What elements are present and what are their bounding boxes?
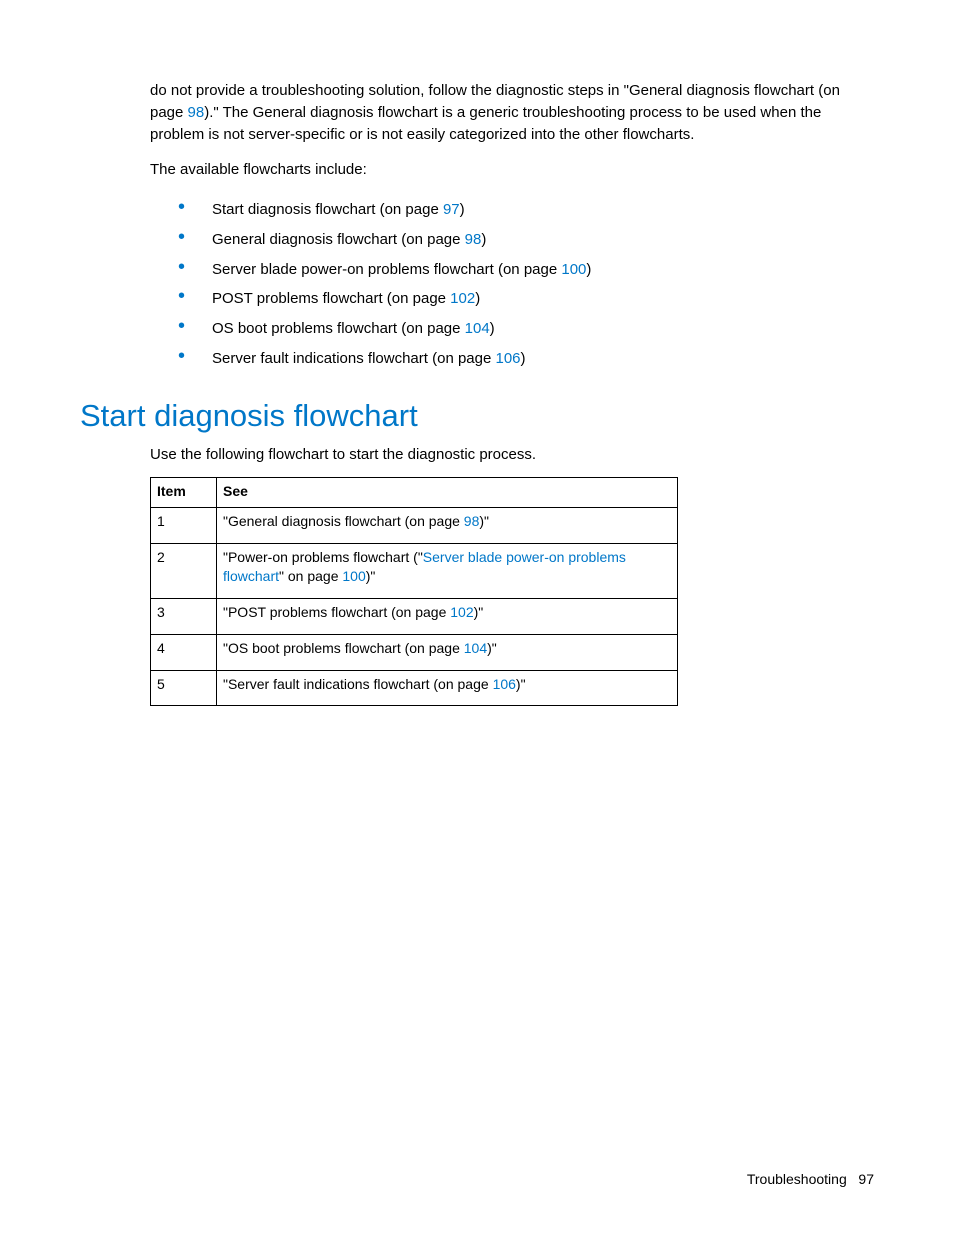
list-text-post: ) [481,231,486,248]
table-header-row: Item See [151,478,678,508]
list-item: Server fault indications flowchart (on p… [150,344,874,374]
list-text-post: ) [521,350,526,367]
list-text-post: ) [460,201,465,218]
cell-text-post: )" [479,513,489,529]
page-footer: Troubleshooting 97 [747,1171,874,1187]
list-text: OS boot problems flowchart (on page [212,320,465,337]
table-row: 2 "Power-on problems flowchart ("Server … [151,544,678,599]
list-item: Start diagnosis flowchart (on page 97) [150,195,874,225]
page-link[interactable]: 100 [561,261,586,278]
page-link[interactable]: 106 [493,676,516,692]
table-cell-see: "POST problems flowchart (on page 102)" [217,598,678,634]
table-cell-see: "Server fault indications flowchart (on … [217,670,678,706]
list-item: General diagnosis flowchart (on page 98) [150,225,874,255]
cell-text: "Server fault indications flowchart (on … [223,676,493,692]
table-cell-item: 3 [151,598,217,634]
page-link[interactable]: 106 [495,350,520,367]
page-content: do not provide a troubleshooting solutio… [0,0,954,706]
section-heading: Start diagnosis flowchart [80,398,874,434]
reference-table: Item See 1 "General diagnosis flowchart … [150,477,678,706]
flowchart-list: Start diagnosis flowchart (on page 97) G… [150,195,874,374]
footer-page-number: 97 [858,1171,874,1187]
list-text: Start diagnosis flowchart (on page [212,201,443,218]
table-cell-item: 4 [151,634,217,670]
table-header-item: Item [151,478,217,508]
list-item: POST problems flowchart (on page 102) [150,284,874,314]
table-row: 5 "Server fault indications flowchart (o… [151,670,678,706]
page-link[interactable]: 104 [464,640,487,656]
list-item: OS boot problems flowchart (on page 104) [150,314,874,344]
table-header-see: See [217,478,678,508]
cell-text: "OS boot problems flowchart (on page [223,640,464,656]
table-row: 3 "POST problems flowchart (on page 102)… [151,598,678,634]
intro-paragraph-2: The available flowcharts include: [150,159,874,181]
list-text-post: ) [475,290,480,307]
table-cell-see: "General diagnosis flowchart (on page 98… [217,508,678,544]
page-link[interactable]: 97 [443,201,460,218]
list-text: Server blade power-on problems flowchart… [212,261,561,278]
list-text: Server fault indications flowchart (on p… [212,350,495,367]
cell-text: "Power-on problems flowchart (" [223,549,423,565]
table-intro: Use the following flowchart to start the… [150,444,874,466]
table-cell-item: 5 [151,670,217,706]
list-text-post: ) [586,261,591,278]
intro-text-b: )." The General diagnosis flowchart is a… [150,104,821,143]
cell-text: "POST problems flowchart (on page [223,604,450,620]
list-text-post: ) [490,320,495,337]
table-row: 1 "General diagnosis flowchart (on page … [151,508,678,544]
table-cell-see: "Power-on problems flowchart ("Server bl… [217,544,678,599]
cell-text: "General diagnosis flowchart (on page [223,513,464,529]
page-link[interactable]: 102 [450,604,473,620]
page-link[interactable]: 98 [464,513,480,529]
list-text: General diagnosis flowchart (on page [212,231,465,248]
cell-text-post: )" [366,568,376,584]
table-row: 4 "OS boot problems flowchart (on page 1… [151,634,678,670]
cell-text-post: )" [474,604,484,620]
cell-text-post: )" [516,676,526,692]
page-link[interactable]: 98 [465,231,482,248]
page-link[interactable]: 100 [342,568,365,584]
list-text: POST problems flowchart (on page [212,290,450,307]
table-cell-item: 2 [151,544,217,599]
table-cell-see: "OS boot problems flowchart (on page 104… [217,634,678,670]
cell-text-post: )" [487,640,497,656]
intro-link-98[interactable]: 98 [188,104,205,121]
table-cell-item: 1 [151,508,217,544]
cell-text-mid: " on page [279,568,342,584]
intro-paragraph-1: do not provide a troubleshooting solutio… [150,80,874,145]
footer-section: Troubleshooting [747,1171,847,1187]
page-link[interactable]: 102 [450,290,475,307]
page-link[interactable]: 104 [465,320,490,337]
list-item: Server blade power-on problems flowchart… [150,255,874,285]
